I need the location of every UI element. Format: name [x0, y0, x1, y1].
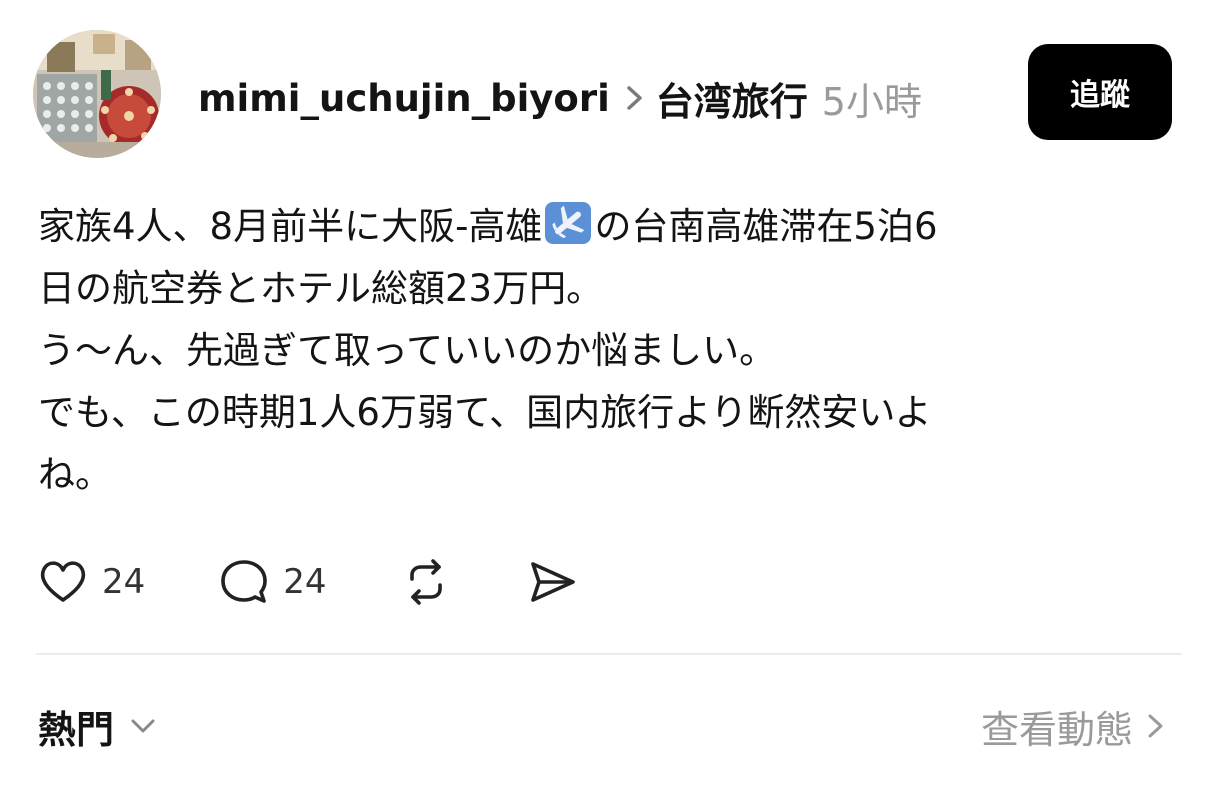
comment-bubble-icon — [221, 560, 268, 603]
action-bar: 24 24 — [36, 552, 579, 612]
reply-button[interactable]: 24 — [217, 555, 327, 609]
post-header: mimi_uchujin_biyori 台湾旅行 5小時 — [198, 66, 922, 130]
chevron-right-icon — [1148, 714, 1163, 738]
post-body-line: 日の航空券とホテル総額23万円。 — [38, 267, 604, 310]
avatar-photo — [33, 30, 161, 158]
like-count: 24 — [102, 562, 146, 602]
thread-post: mimi_uchujin_biyori 台湾旅行 5小時 追蹤 家族4人、8月前… — [0, 0, 1217, 805]
chevron-down-icon — [131, 719, 155, 733]
view-activity-link[interactable]: 查看動態 — [981, 696, 1171, 756]
repost-button[interactable] — [399, 555, 453, 609]
post-body-line: ね。 — [38, 453, 112, 496]
sort-label: 熱門 — [38, 707, 115, 752]
divider — [36, 653, 1182, 655]
share-button[interactable] — [525, 555, 579, 609]
follow-button[interactable]: 追蹤 — [1028, 44, 1172, 140]
post-body-text: の台南高雄滞在5泊6 — [594, 205, 938, 248]
post-body-line: 家族4人、8月前半に大阪-高雄 の台南高雄滞在5泊6 — [38, 196, 1148, 258]
reply-count: 24 — [283, 562, 327, 602]
heart-icon — [40, 561, 86, 602]
post-body: 家族4人、8月前半に大阪-高雄 の台南高雄滞在5泊6 日の航空券とホテル総額23… — [38, 196, 1148, 506]
topic-tag[interactable]: 台湾旅行 — [656, 71, 808, 126]
avatar[interactable] — [33, 30, 161, 158]
repost-icon — [409, 559, 442, 605]
airplane-emoji-icon — [545, 202, 592, 244]
chevron-right-icon — [627, 86, 642, 110]
like-button[interactable]: 24 — [36, 555, 145, 609]
post-body-line: でも、この時期1人6万弱て、国内旅行より断然安いよ — [38, 391, 932, 434]
view-activity-label: 查看動態 — [980, 707, 1133, 752]
username[interactable]: mimi_uchujin_biyori — [198, 77, 610, 120]
send-icon — [530, 562, 575, 602]
sort-dropdown[interactable]: 熱門 — [38, 696, 160, 756]
post-body-line: う〜ん、先過ぎて取っていいのか悩ましい。 — [38, 329, 777, 372]
post-time: 5小時 — [821, 79, 922, 124]
post-body-text: 家族4人、8月前半に大阪-高雄 — [38, 205, 543, 248]
